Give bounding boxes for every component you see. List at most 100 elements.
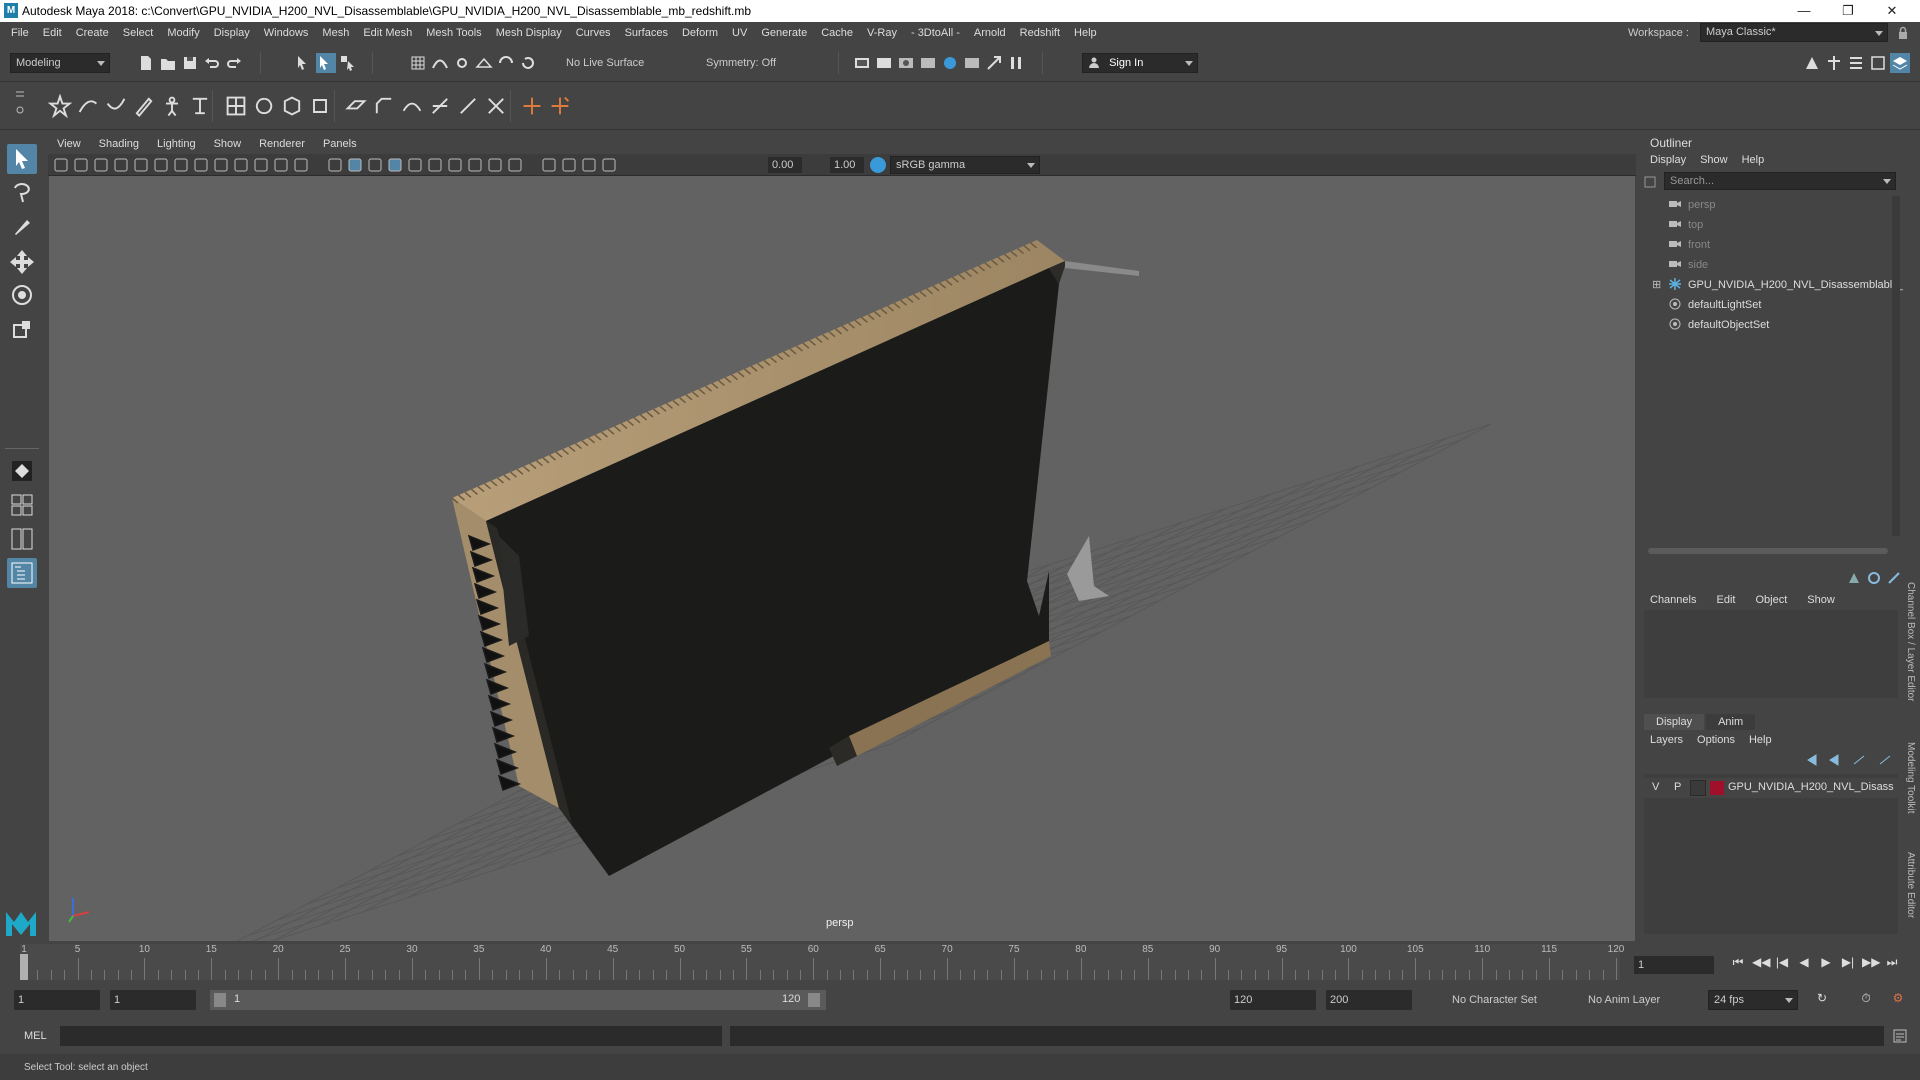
menu-mesh[interactable]: Mesh [315, 22, 356, 44]
layer-menu-help[interactable]: Help [1749, 734, 1772, 746]
modeling-toolkit-tab[interactable]: Modeling Toolkit [1905, 742, 1916, 814]
time-slider[interactable]: 1 5 10 15 20 25 30 35 40 45 50 55 60 65 70 75 80 85 90 95 10… [0, 944, 1920, 980]
new-scene-icon[interactable] [136, 53, 156, 73]
image-plane-icon[interactable] [114, 158, 128, 172]
outliner-item[interactable]: front [1668, 236, 1710, 254]
viewport-menu-shading[interactable]: Shading [90, 134, 148, 154]
outliner-item[interactable]: top [1668, 216, 1703, 234]
menu-mesh-tools[interactable]: Mesh Tools [419, 22, 488, 44]
range-end-handle[interactable] [808, 993, 820, 1007]
step-forward-key-icon[interactable]: ▶▶ [1862, 954, 1880, 970]
snap-curve-icon[interactable] [430, 53, 450, 73]
animation-end-field[interactable]: 200 [1326, 990, 1412, 1010]
channel-box-tab[interactable]: Channel Box / Layer Editor [1905, 582, 1916, 702]
anti-aliasing-icon[interactable] [488, 158, 502, 172]
viewport-menu-show[interactable]: Show [205, 134, 251, 154]
anim-layer-dropdown[interactable]: No Anim Layer [1582, 990, 1692, 1010]
snap-live-icon[interactable] [496, 53, 516, 73]
play-backwards-icon[interactable]: ◀ [1796, 954, 1812, 970]
step-forward-frame-icon[interactable]: ▶| [1840, 954, 1856, 970]
insert-edge-icon[interactable] [484, 94, 508, 118]
bevel-icon[interactable] [372, 94, 396, 118]
menu-generate[interactable]: Generate [754, 22, 814, 44]
menu-select[interactable]: Select [116, 22, 161, 44]
menu-display[interactable]: Display [207, 22, 257, 44]
textured-icon[interactable] [388, 158, 402, 172]
rotate-tool-icon[interactable] [7, 280, 37, 310]
current-time-marker[interactable] [20, 954, 28, 980]
menu-edit[interactable]: Edit [36, 22, 69, 44]
outliner-horizontal-scrollbar[interactable] [1648, 548, 1888, 554]
menu-redshift[interactable]: Redshift [1013, 22, 1067, 44]
outliner-item[interactable]: defaultObjectSet [1668, 316, 1769, 334]
menu-mesh-display[interactable]: Mesh Display [489, 22, 569, 44]
layer-tab-display[interactable]: Display [1644, 714, 1705, 730]
wireframe-icon[interactable] [328, 158, 342, 172]
command-language-label[interactable]: MEL [24, 1030, 47, 1042]
viewport-menu-lighting[interactable]: Lighting [148, 134, 205, 154]
layout-four-view-icon[interactable] [7, 490, 37, 520]
exposure-field[interactable]: 0.00 [768, 157, 802, 173]
symmetry-dropdown[interactable]: Symmetry: Off [700, 53, 804, 73]
render-region-icon[interactable] [984, 53, 1004, 73]
shelf-options-icon[interactable] [14, 88, 26, 122]
mode-dropdown[interactable]: Modeling [10, 53, 110, 73]
menu-deform[interactable]: Deform [675, 22, 725, 44]
playback-start-field[interactable]: 1 [110, 990, 196, 1010]
color-space-dropdown[interactable]: sRGB gamma [890, 156, 1040, 174]
menu-v-ray[interactable]: V-Ray [860, 22, 904, 44]
layer-editor-toggle-icon[interactable] [1890, 53, 1910, 73]
sign-in-dropdown[interactable]: Sign In [1082, 53, 1198, 73]
gamma-field[interactable]: 1.00 [830, 157, 864, 173]
modeling-toolkit-icon[interactable] [1802, 53, 1822, 73]
range-start-handle[interactable] [214, 993, 226, 1007]
layer-buttons-icon[interactable] [1804, 752, 1900, 768]
cube-wire-icon[interactable] [280, 94, 304, 118]
grease-pencil-icon[interactable] [154, 158, 168, 172]
two-d-pan-icon[interactable] [134, 158, 148, 172]
menu-uv[interactable]: UV [725, 22, 754, 44]
animation-start-field[interactable]: 1 [14, 990, 100, 1010]
step-back-key-icon[interactable]: ◀◀ [1752, 954, 1770, 970]
menu-arnold[interactable]: Arnold [967, 22, 1013, 44]
expand-icon[interactable]: ⊞ [1652, 276, 1661, 294]
viewport-menu-panels[interactable]: Panels [314, 134, 366, 154]
character-icon[interactable] [160, 94, 184, 118]
select-component-icon[interactable] [338, 53, 358, 73]
cylinder-icon[interactable] [308, 94, 332, 118]
pause-render-icon[interactable] [1006, 53, 1026, 73]
tool-settings-icon[interactable] [1846, 53, 1866, 73]
viewport-menu-renderer[interactable]: Renderer [250, 134, 314, 154]
outliner-item[interactable]: defaultLightSet [1668, 296, 1761, 314]
paint-select-tool-icon[interactable] [7, 212, 37, 242]
channel-box-refresh-icon[interactable] [1866, 570, 1882, 586]
layer-playback-toggle[interactable]: P [1674, 781, 1681, 793]
layer-color-swatch[interactable] [1710, 781, 1724, 795]
channel-box-menu-object[interactable]: Object [1755, 594, 1787, 606]
select-object-icon[interactable] [316, 53, 336, 73]
layer-type-toggle[interactable] [1690, 780, 1706, 796]
camera-lock-icon[interactable] [74, 158, 88, 172]
isolate-select-icon[interactable] [542, 158, 556, 172]
move-tool-icon[interactable] [7, 246, 37, 276]
viewport-menu-view[interactable]: View [48, 134, 90, 154]
attribute-editor-tab[interactable]: Attribute Editor [1905, 852, 1916, 918]
ipr-render-icon[interactable] [874, 53, 894, 73]
auto-key-icon[interactable]: ⏱ [1858, 990, 1874, 1006]
motion-blur-icon[interactable] [468, 158, 482, 172]
target-weld-icon[interactable] [456, 94, 480, 118]
curve-cv-icon[interactable] [76, 94, 100, 118]
playback-end-field[interactable]: 120 [1230, 990, 1316, 1010]
lasso-tool-icon[interactable] [7, 178, 37, 208]
outliner-menu-display[interactable]: Display [1650, 154, 1686, 166]
outliner-menu-show[interactable]: Show [1700, 154, 1728, 166]
field-chart-icon[interactable] [254, 158, 268, 172]
xray-icon[interactable] [562, 158, 576, 172]
outliner-vertical-scrollbar[interactable] [1892, 196, 1900, 536]
outliner-item[interactable]: persp [1668, 196, 1716, 214]
loop-icon[interactable]: ↻ [1814, 990, 1830, 1006]
time-slider-track[interactable]: 1 5 10 15 20 25 30 35 40 45 50 55 60 65 70 75 80 85 90 95 10… [20, 944, 1624, 980]
multi-cut-icon[interactable] [428, 94, 452, 118]
character-set-dropdown[interactable]: No Character Set [1428, 990, 1588, 1010]
command-input[interactable] [60, 1026, 722, 1046]
